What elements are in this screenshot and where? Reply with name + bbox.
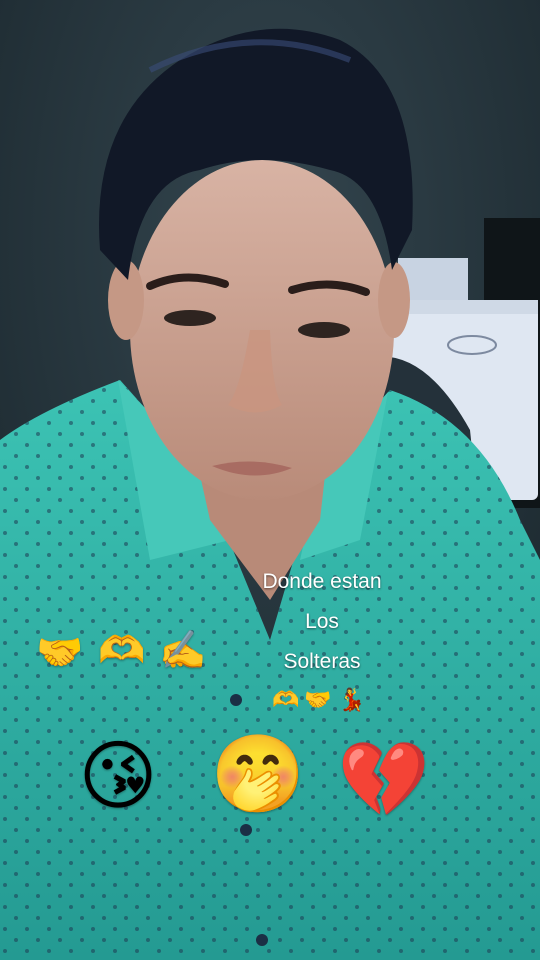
caption-line-2: Los (305, 610, 339, 633)
heart-hands-small-emoji: 🫶 (272, 687, 300, 712)
caption-line-3: Solteras (283, 650, 361, 673)
hand-over-mouth-emoji: 🤭 (210, 729, 306, 818)
handshake-emoji: 🤝 (36, 630, 84, 674)
kiss-wink-emoji: 😘 (78, 731, 158, 820)
caption-emoji-row: 🫶 🤝 💃 (268, 686, 368, 714)
heart-hands-emoji: 🫶 (98, 628, 146, 672)
video-frame: 🤝 🫶 ✍️ Donde estan Los Solteras 🫶 🤝 💃 😘 … (0, 0, 540, 960)
broken-heart-emoji: 💔 (337, 737, 431, 823)
caption-line-1: Donde estan (262, 570, 382, 593)
dancer-emoji: 💃 (338, 687, 366, 712)
handshake-small-emoji: 🤝 (304, 687, 332, 712)
